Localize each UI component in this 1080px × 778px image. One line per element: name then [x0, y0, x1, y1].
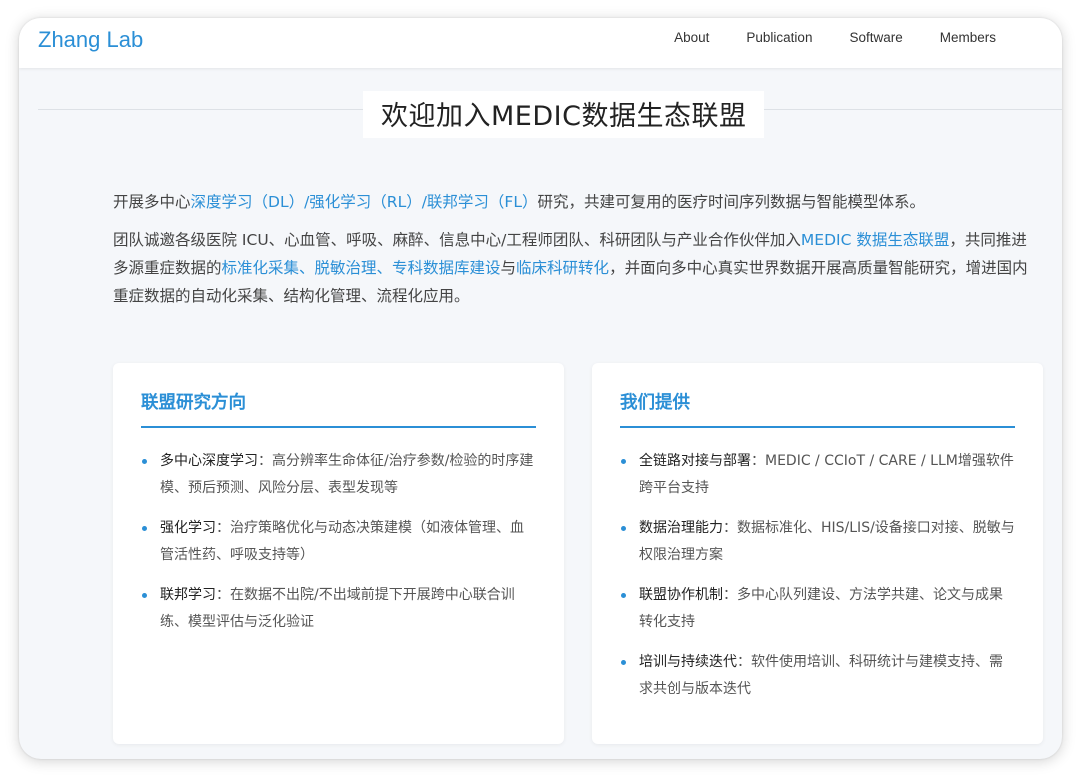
- bullet-icon: [142, 459, 147, 464]
- list-item: 联盟协作机制：多中心队列建设、方法学共建、论文与成果转化支持: [620, 582, 1015, 636]
- intro-paragraph-1: 开展多中心深度学习（DL）/强化学习（RL）/联邦学习（FL）研究，共建可复用的…: [113, 188, 1041, 216]
- item-term: 全链路对接与部署: [639, 453, 751, 469]
- item-term: 培训与持续迭代: [639, 654, 737, 670]
- item-term: 强化学习: [160, 520, 216, 536]
- intro-text: 开展多中心: [113, 193, 191, 211]
- bullet-icon: [621, 660, 626, 665]
- item-term: 数据治理能力: [639, 520, 723, 536]
- nav-link-members[interactable]: Members: [940, 30, 996, 45]
- intro-text: 团队诚邀各级医院 ICU、心血管、呼吸、麻醉、信息中心/工程师团队、科研团队与产…: [113, 231, 801, 249]
- bullet-icon: [142, 526, 147, 531]
- intro-highlight: 标准化采集、脱敏治理、专科数据库建设: [221, 259, 501, 277]
- browser-window: Zhang Lab About Publication Software Mem…: [19, 18, 1062, 759]
- item-term: 联盟协作机制: [639, 587, 723, 603]
- nav-link-publication[interactable]: Publication: [746, 30, 812, 45]
- item-term: 联邦学习: [160, 587, 216, 603]
- card-title: 我们提供: [620, 389, 1015, 428]
- card-list: 多中心深度学习：高分辨率生命体征/治疗参数/检验的时序建模、预后预测、风险分层、…: [141, 448, 536, 636]
- navbar: Zhang Lab About Publication Software Mem…: [19, 18, 1062, 68]
- nav-link-software[interactable]: Software: [849, 30, 902, 45]
- bullet-icon: [621, 593, 626, 598]
- bullet-icon: [621, 459, 626, 464]
- card-list: 全链路对接与部署：MEDIC / CCIoT / CARE / LLM增强软件跨…: [620, 448, 1015, 703]
- intro-paragraph-2: 团队诚邀各级医院 ICU、心血管、呼吸、麻醉、信息中心/工程师团队、科研团队与产…: [113, 226, 1041, 310]
- list-item: 强化学习：治疗策略优化与动态决策建模（如液体管理、血管活性药、呼吸支持等）: [141, 515, 536, 569]
- intro-section: 开展多中心深度学习（DL）/强化学习（RL）/联邦学习（FL）研究，共建可复用的…: [113, 188, 1041, 320]
- intro-highlight: 深度学习（DL）/强化学习（RL）/联邦学习（FL）: [190, 193, 538, 211]
- nav-link-about[interactable]: About: [674, 30, 709, 45]
- page-title: 欢迎加入MEDIC数据生态联盟: [363, 91, 765, 138]
- intro-highlight: MEDIC 数据生态联盟: [800, 231, 950, 249]
- offerings-card: 我们提供 全链路对接与部署：MEDIC / CCIoT / CARE / LLM…: [592, 363, 1043, 744]
- brand-logo-link[interactable]: Zhang Lab: [38, 27, 143, 53]
- intro-text: 研究，共建可复用的医疗时间序列数据与智能模型体系。: [537, 193, 926, 211]
- bullet-icon: [142, 593, 147, 598]
- list-item: 联邦学习：在数据不出院/不出域前提下开展跨中心联合训练、模型评估与泛化验证: [141, 582, 536, 636]
- item-term: 多中心深度学习: [160, 453, 258, 469]
- list-item: 全链路对接与部署：MEDIC / CCIoT / CARE / LLM增强软件跨…: [620, 448, 1015, 502]
- list-item: 数据治理能力：数据标准化、HIS/LIS/设备接口对接、脱敏与权限治理方案: [620, 515, 1015, 569]
- intro-highlight: 临床科研转化: [516, 259, 610, 277]
- card-title: 联盟研究方向: [141, 389, 536, 428]
- bullet-icon: [621, 526, 626, 531]
- intro-text: 与: [500, 259, 517, 277]
- research-directions-card: 联盟研究方向 多中心深度学习：高分辨率生命体征/治疗参数/检验的时序建模、预后预…: [113, 363, 564, 744]
- list-item: 培训与持续迭代：软件使用培训、科研统计与建模支持、需求共创与版本迭代: [620, 649, 1015, 703]
- list-item: 多中心深度学习：高分辨率生命体征/治疗参数/检验的时序建模、预后预测、风险分层、…: [141, 448, 536, 502]
- nav-links: About Publication Software Members: [674, 30, 996, 45]
